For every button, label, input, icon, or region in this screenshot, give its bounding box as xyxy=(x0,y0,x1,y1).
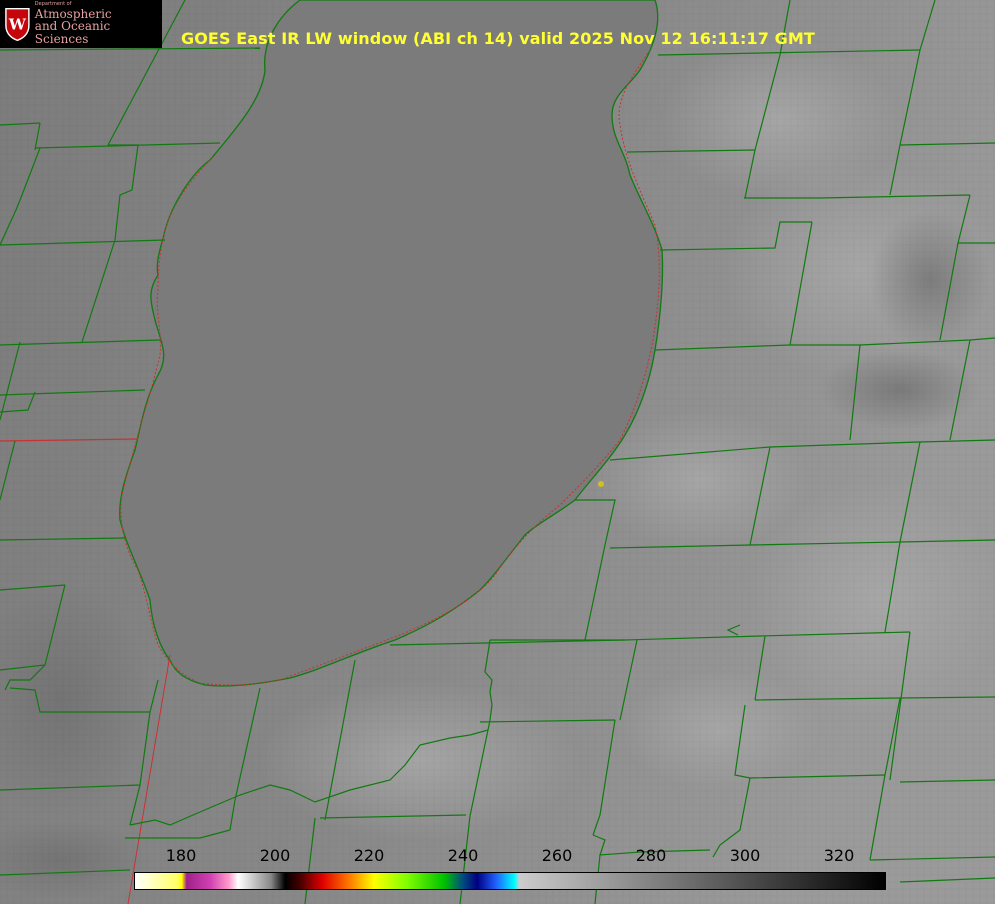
uw-aos-logo[interactable]: W Department of Atmospheric and Oceanic … xyxy=(0,0,162,48)
svg-text:W: W xyxy=(8,16,27,34)
image-title: GOES East IR LW window (ABI ch 14) valid… xyxy=(181,29,815,48)
uw-crest-icon: W xyxy=(5,7,30,42)
logo-text: Department of Atmospheric and Oceanic Sc… xyxy=(34,2,162,46)
station-dot-icon[interactable] xyxy=(598,481,604,487)
logo-line2: and Oceanic Sciences xyxy=(34,19,111,46)
temperature-colorbar xyxy=(134,872,886,890)
satellite-image-viewer: W Department of Atmospheric and Oceanic … xyxy=(0,0,995,904)
goes-ir-map xyxy=(0,0,995,904)
